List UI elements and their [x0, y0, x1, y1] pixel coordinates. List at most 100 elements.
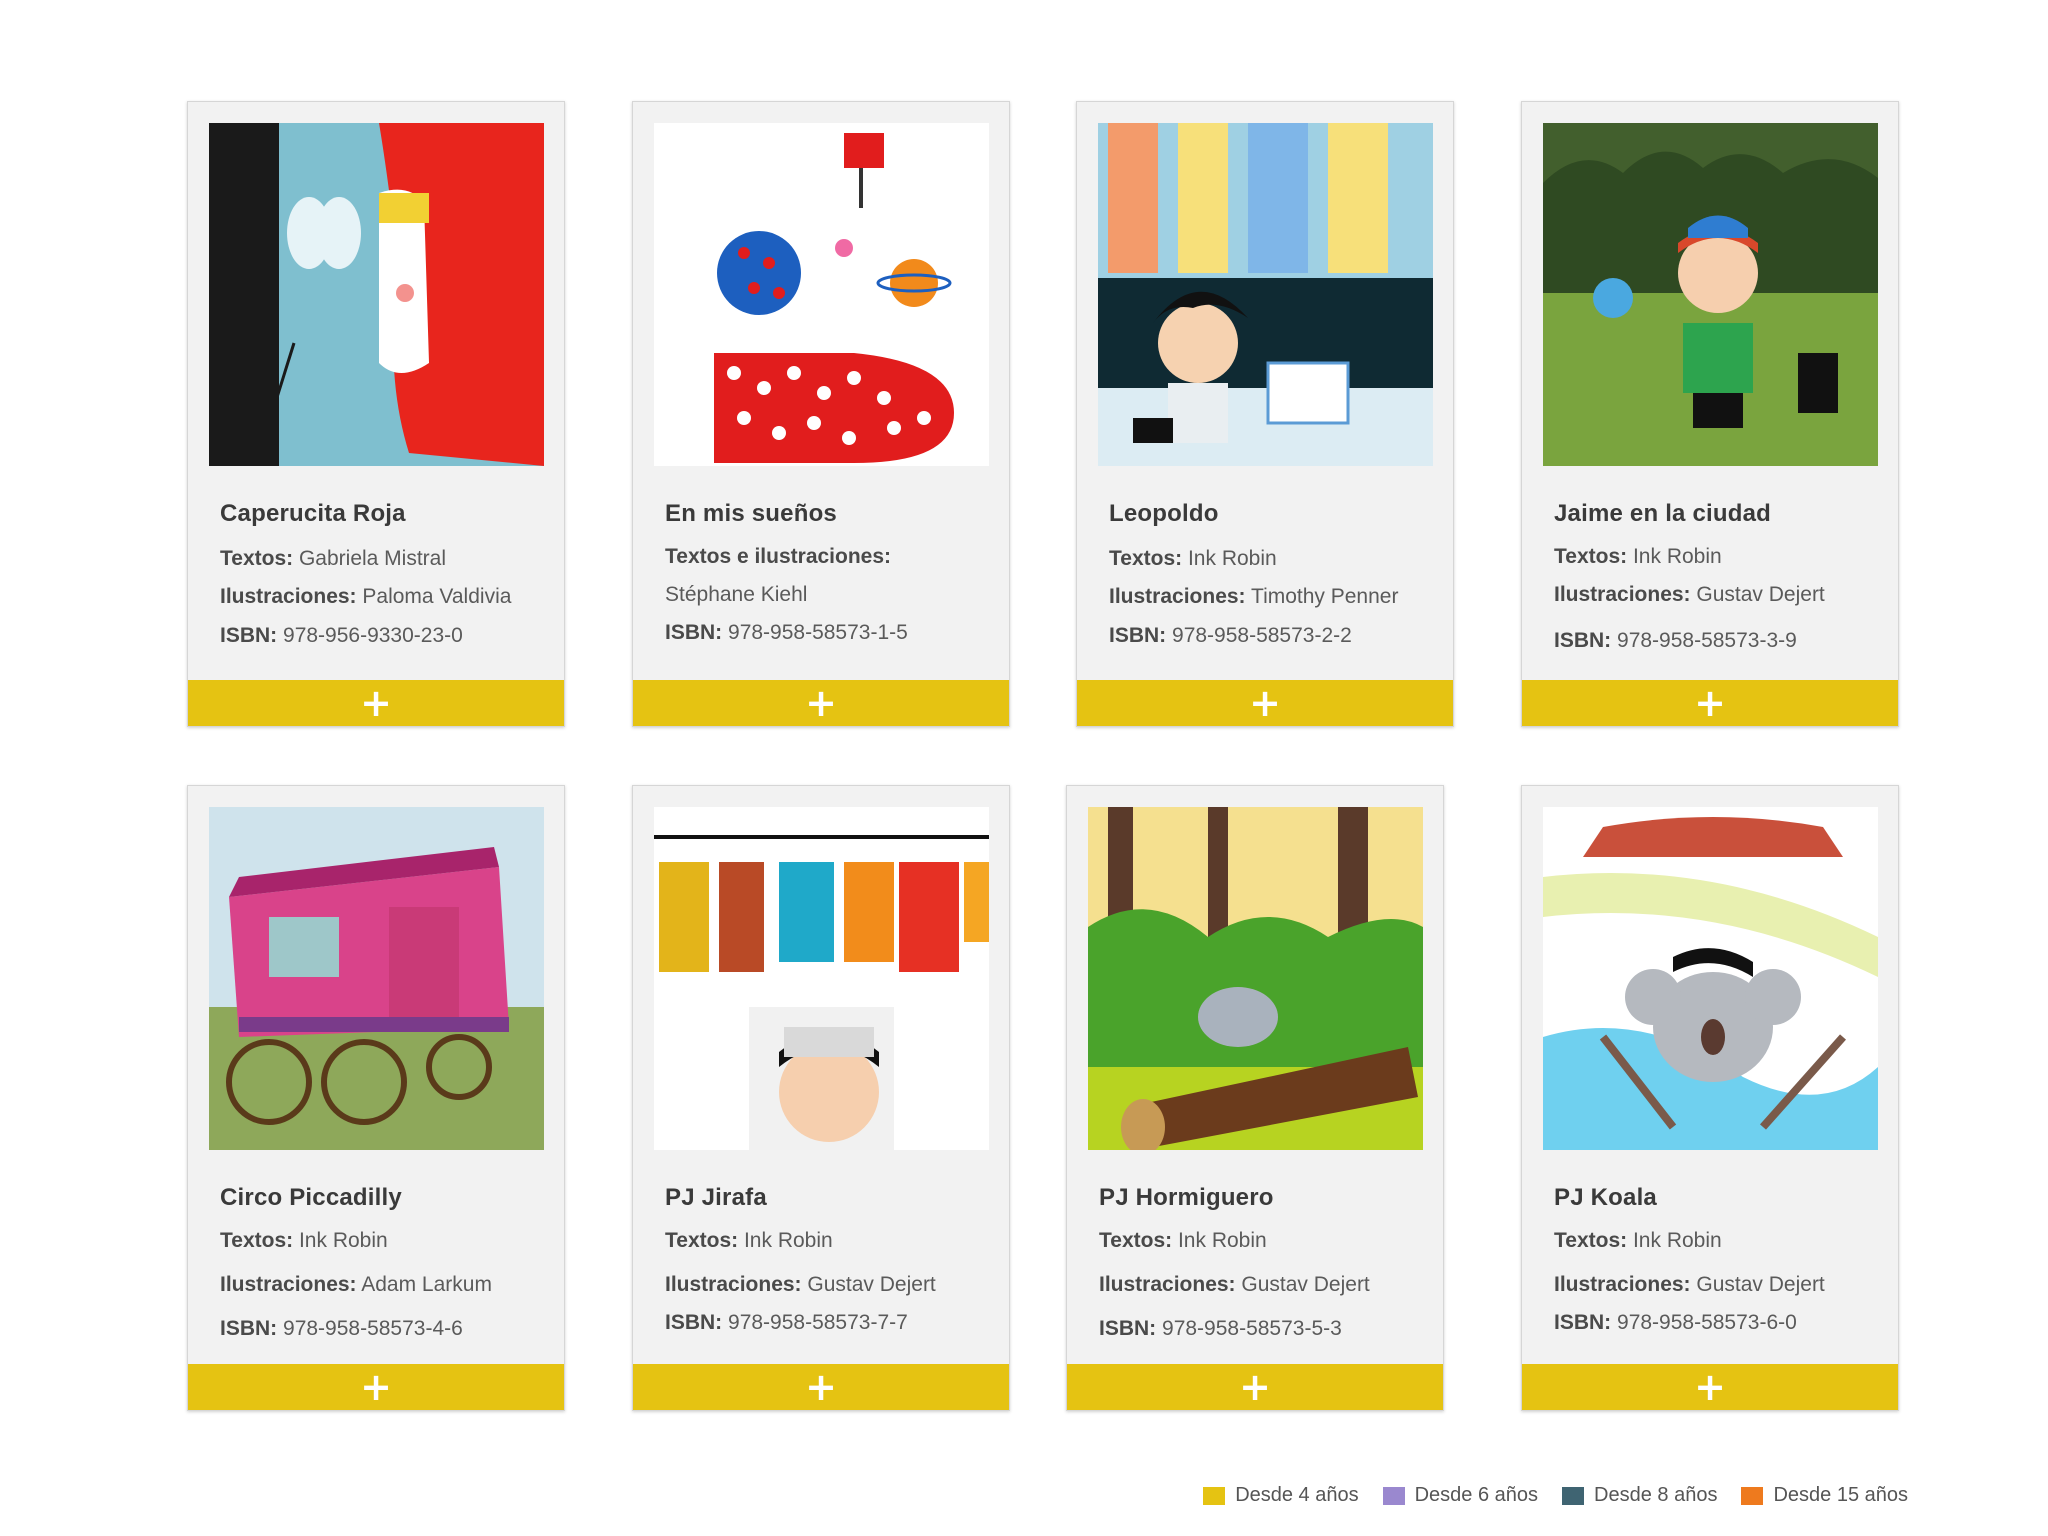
isbn-value: 978-958-58573-3-9 [1617, 629, 1797, 652]
legend-swatch [1741, 1486, 1764, 1505]
illustrator-value: Timothy Penner [1251, 585, 1399, 608]
isbn-value: 978-958-58573-6-0 [1617, 1311, 1797, 1334]
book-title[interactable]: PJ Koala [1554, 1184, 1657, 1212]
author-value: Ink Robin [1177, 1229, 1267, 1252]
add-button[interactable]: + [633, 1364, 1009, 1410]
book-isbn: ISBN: 978-958-58573-5-3 [1099, 1317, 1342, 1341]
author-value: Gabriela Mistral [298, 547, 447, 570]
book-isbn: ISBN: 978-958-58573-2-2 [1109, 624, 1352, 648]
isbn-label: ISBN: [1109, 624, 1167, 647]
book-card: Jaime en la ciudad Textos: Ink Robin Ilu… [1521, 101, 1899, 727]
add-button[interactable]: + [1522, 680, 1898, 726]
book-card: Caperucita Roja Textos: Gabriela Mistral… [187, 101, 565, 727]
legend-item: Desde 8 años [1562, 1484, 1717, 1507]
author-label: Textos: [220, 1229, 294, 1252]
illustrator-label: Ilustraciones: [1099, 1273, 1236, 1296]
book-title[interactable]: Leopoldo [1109, 500, 1219, 528]
legend-swatch [1382, 1486, 1405, 1505]
author-value: Ink Robin [1632, 545, 1722, 568]
isbn-value: 978-958-58573-5-3 [1162, 1317, 1342, 1340]
author-value: Ink Robin [743, 1229, 833, 1252]
legend-swatch [1562, 1486, 1585, 1505]
book-illustrator: Ilustraciones: Paloma Valdivia [220, 585, 511, 609]
isbn-value: 978-956-9330-23-0 [283, 624, 463, 647]
add-button[interactable]: + [188, 680, 564, 726]
illustrator-value: Gustav Dejert [1696, 1273, 1825, 1296]
plus-icon: + [805, 681, 837, 725]
book-author: Textos: Ink Robin [1554, 545, 1722, 569]
book-card: PJ Hormiguero Textos: Ink Robin Ilustrac… [1066, 785, 1444, 1411]
legend-label: Desde 15 años [1773, 1484, 1908, 1506]
pajamas-clothesline-illustration [654, 807, 989, 1150]
illustrator-value: Paloma Valdivia [362, 585, 512, 608]
isbn-value: 978-958-58573-7-7 [728, 1311, 908, 1334]
illustrator-label: Ilustraciones: [220, 585, 357, 608]
add-button[interactable]: + [1067, 1364, 1443, 1410]
jungle-anteater-illustration [1088, 807, 1423, 1150]
book-title[interactable]: En mis sueños [665, 500, 837, 528]
book-author: Textos e ilustraciones: [665, 545, 891, 569]
book-title[interactable]: Jaime en la ciudad [1554, 500, 1771, 528]
book-author: Textos: Gabriela Mistral [220, 547, 446, 571]
circus-wagon-illustration [209, 807, 544, 1150]
author-value: Ink Robin [1632, 1229, 1722, 1252]
book-cover-image[interactable] [1543, 123, 1878, 466]
author-label: Textos e ilustraciones: [665, 545, 892, 568]
boy-park-illustration [1543, 123, 1878, 466]
add-button[interactable]: + [633, 680, 1009, 726]
legend-label: Desde 8 años [1594, 1484, 1718, 1506]
australia-koala-illustration [1543, 807, 1878, 1150]
author-label: Textos: [665, 1229, 739, 1252]
author-label: Textos: [1554, 545, 1628, 568]
age-legend: Desde 4 años Desde 6 años Desde 8 años D… [1203, 1484, 1908, 1507]
book-illustrator: Ilustraciones: Gustav Dejert [1554, 583, 1825, 607]
isbn-label: ISBN: [1099, 1317, 1157, 1340]
book-author: Textos: Ink Robin [1099, 1229, 1267, 1253]
book-illustrator: Ilustraciones: Gustav Dejert [1554, 1273, 1825, 1297]
legend-item: Desde 4 años [1203, 1484, 1359, 1507]
legend-swatch [1203, 1486, 1226, 1505]
book-cover-image[interactable] [1088, 807, 1423, 1150]
book-card: Leopoldo Textos: Ink Robin Ilustraciones… [1076, 101, 1454, 727]
author-label: Textos: [1099, 1229, 1173, 1252]
book-title[interactable]: Caperucita Roja [220, 500, 406, 528]
book-cover-image[interactable] [209, 807, 544, 1150]
isbn-value: 978-958-58573-1-5 [728, 621, 908, 644]
book-card: PJ Koala Textos: Ink Robin Ilustraciones… [1521, 785, 1899, 1411]
book-cover-image[interactable] [654, 123, 989, 466]
book-title[interactable]: Circo Piccadilly [220, 1184, 402, 1212]
book-title[interactable]: PJ Jirafa [665, 1184, 767, 1212]
isbn-label: ISBN: [1554, 629, 1612, 652]
author-value: Ink Robin [1187, 547, 1277, 570]
add-button[interactable]: + [1522, 1364, 1898, 1410]
book-grid: Caperucita Roja Textos: Gabriela Mistral… [0, 0, 2048, 1536]
polka-dot-dream-illustration [654, 123, 989, 466]
book-cover-image[interactable] [654, 807, 989, 1150]
plus-icon: + [1694, 681, 1726, 725]
author-value: Ink Robin [298, 1229, 388, 1252]
book-illustrator: Stéphane Kiehl [665, 583, 807, 607]
legend-item: Desde 6 años [1382, 1484, 1538, 1507]
book-card: En mis sueños Textos e ilustraciones: St… [632, 101, 1010, 727]
illustrator-value: Gustav Dejert [1241, 1273, 1370, 1296]
add-button[interactable]: + [1077, 680, 1453, 726]
author-label: Textos: [1109, 547, 1183, 570]
legend-item: Desde 15 años [1741, 1484, 1908, 1507]
isbn-value: 978-958-58573-2-2 [1172, 624, 1352, 647]
book-cover-image[interactable] [1543, 807, 1878, 1150]
illustrator-value: Adam Larkum [361, 1273, 492, 1296]
illustrator-label: Ilustraciones: [1554, 583, 1691, 606]
illustrator-label: Ilustraciones: [1554, 1273, 1691, 1296]
book-isbn: ISBN: 978-958-58573-4-6 [220, 1317, 463, 1341]
add-button[interactable]: + [188, 1364, 564, 1410]
book-author: Textos: Ink Robin [1109, 547, 1277, 571]
illustrator-label: Ilustraciones: [1109, 585, 1246, 608]
book-cover-image[interactable] [1098, 123, 1433, 466]
book-author: Textos: Ink Robin [1554, 1229, 1722, 1253]
book-isbn: ISBN: 978-958-58573-3-9 [1554, 629, 1797, 653]
book-card: PJ Jirafa Textos: Ink Robin Ilustracione… [632, 785, 1010, 1411]
book-title[interactable]: PJ Hormiguero [1099, 1184, 1274, 1212]
isbn-label: ISBN: [1554, 1311, 1612, 1334]
book-cover-image[interactable] [209, 123, 544, 466]
isbn-value: 978-958-58573-4-6 [283, 1317, 463, 1340]
